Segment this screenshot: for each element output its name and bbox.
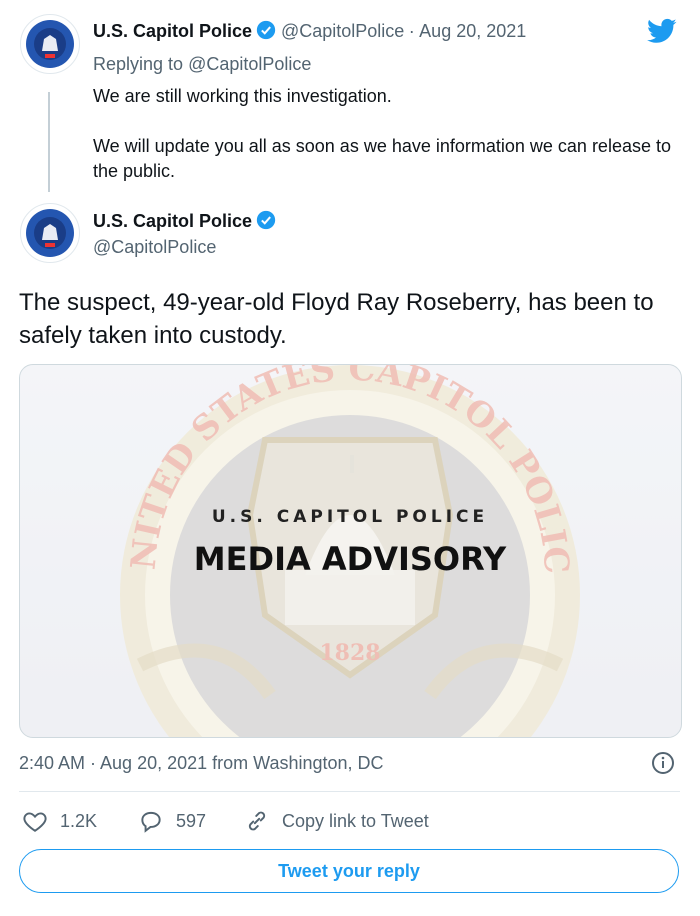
timestamp[interactable]: 2:40 AM · Aug 20, 2021 from Washington, … [19,753,384,774]
heart-icon [23,812,47,832]
separator-dot: · [408,21,415,41]
media-image[interactable]: UNITED STATES CAPITOL POLICE 1828 U.S. C… [19,364,682,738]
parent-header: U.S. Capitol Police @CapitolPolice · Aug… [93,20,526,42]
avatar[interactable] [20,14,80,74]
parent-text-line2: We will update you all as soon as we hav… [93,136,671,181]
copy-link-label: Copy link to Tweet [282,810,429,831]
author-handle[interactable]: @CapitolPolice [93,237,216,258]
divider [19,791,680,792]
author-name[interactable]: U.S. Capitol Police [93,211,252,231]
replying-prefix: Replying to [93,54,184,74]
verified-badge-icon [257,210,276,230]
verified-badge-icon [257,20,276,40]
link-icon [248,811,266,831]
main-header: U.S. Capitol Police [93,210,276,232]
tweet-your-reply-button[interactable]: Tweet your reply [19,849,679,893]
author-name[interactable]: U.S. Capitol Police [93,21,252,41]
info-icon[interactable] [651,751,675,780]
avatar[interactable] [20,203,80,263]
author-handle[interactable]: @CapitolPolice [281,21,404,41]
copy-link-button[interactable]: Copy link to Tweet [244,808,429,834]
reply-count: 597 [176,810,207,831]
replying-mention[interactable]: @CapitolPolice [188,54,311,74]
like-count: 1.2K [60,810,98,831]
reply-bubble-icon [141,811,161,833]
advisory-header: U.S. CAPITOL POLICE [212,507,488,527]
replying-to: Replying to @CapitolPolice [93,54,311,75]
reply-button[interactable]: 597 [138,808,206,834]
like-button[interactable]: 1.2K [22,808,97,834]
tweet-text: The suspect, 49-year-old Floyd Ray Roseb… [19,289,654,349]
parent-text-line1: We are still working this investigation. [93,86,392,106]
advisory-title: MEDIA ADVISORY [194,540,507,578]
twitter-bird-icon[interactable] [645,16,679,51]
thread-line [48,92,50,192]
capitol-police-seal: UNITED STATES CAPITOL POLICE 1828 U.S. C… [20,365,681,737]
tweet-date[interactable]: Aug 20, 2021 [419,21,526,41]
reply-button-label: Tweet your reply [278,860,420,881]
